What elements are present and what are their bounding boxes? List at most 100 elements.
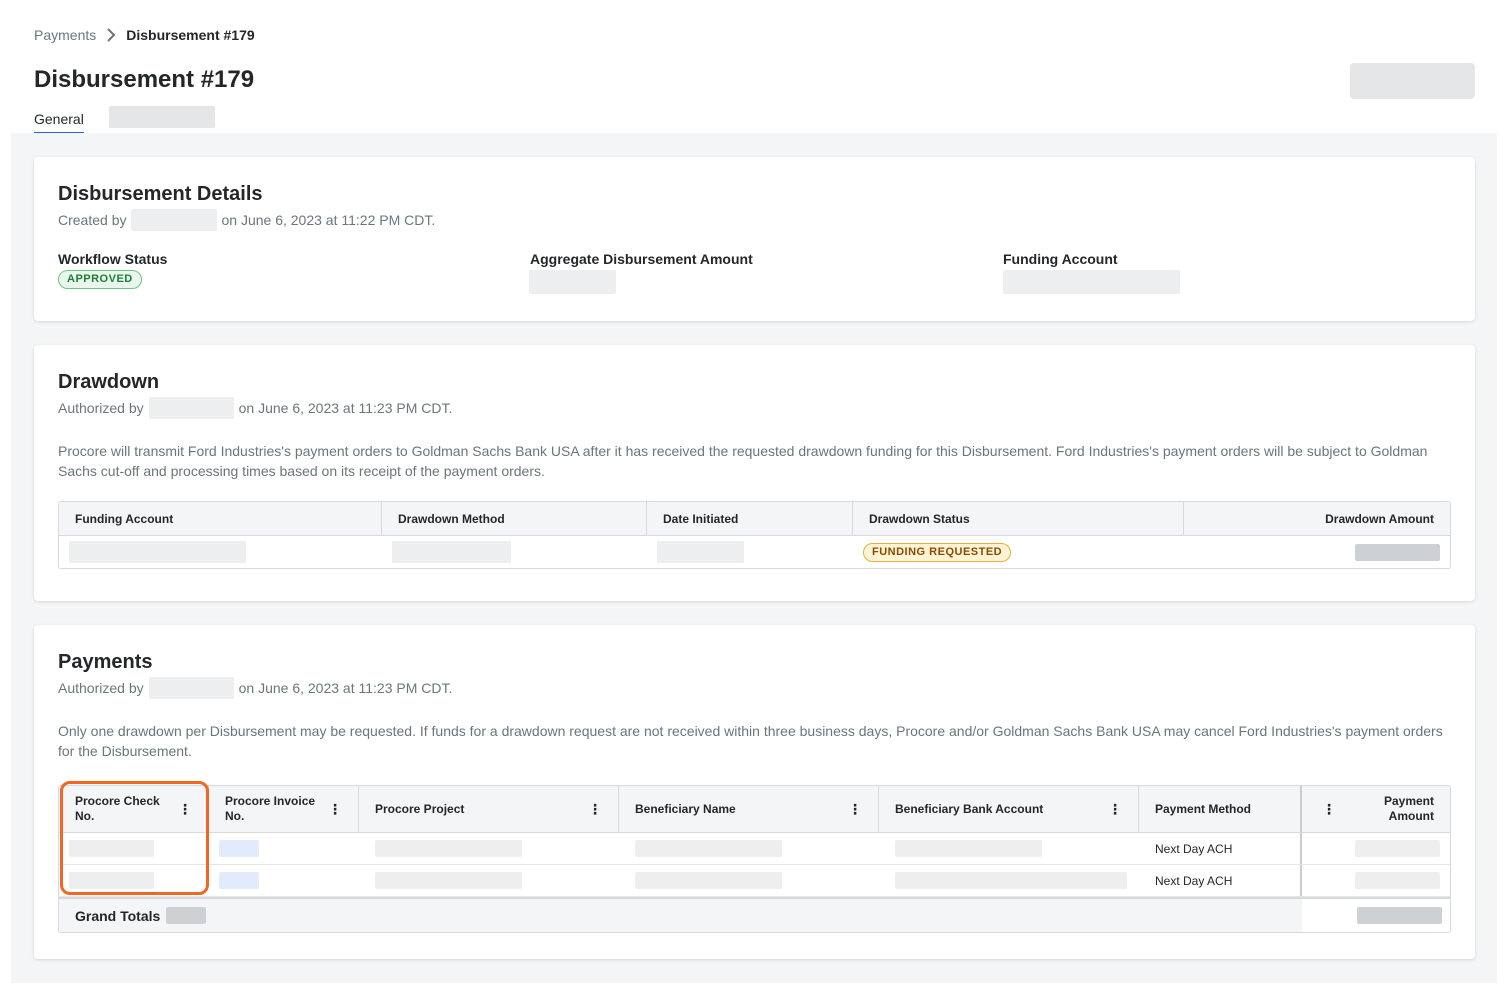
beneficiary-name-redacted	[635, 840, 782, 857]
drawdown-authorizer-redacted	[148, 397, 234, 419]
cell-project	[359, 865, 619, 896]
drawdown-table: Funding Account Drawdown Method Date Ini…	[58, 501, 1451, 569]
funding-account-redacted	[1003, 270, 1180, 294]
payments-table-header: Procore Check No. ⋮ Procore Invoice No. …	[59, 786, 1450, 833]
col-beneficiary-name-label: Beneficiary Name	[635, 802, 736, 816]
grand-totals-amount-redacted	[1357, 907, 1442, 924]
cell-payment-amount	[1302, 833, 1450, 864]
created-by-suffix: on June 6, 2023 at 11:22 PM CDT.	[221, 212, 436, 228]
drawdown-amount-redacted	[1355, 543, 1440, 561]
drawdown-card: Drawdown Authorized by on June 6, 2023 a…	[34, 345, 1475, 601]
created-by-prefix: Created by	[58, 212, 127, 228]
payments-description: Only one drawdown per Disbursement may b…	[58, 723, 1443, 759]
invoice-no-link-redacted[interactable]	[219, 872, 259, 889]
cell-funding-account	[59, 536, 382, 568]
grand-totals-label: Grand Totals	[75, 907, 161, 924]
table-row: Next Day ACH	[59, 865, 1450, 897]
grand-totals-amount-cell	[1302, 899, 1450, 932]
col-bank-account-label: Beneficiary Bank Account	[895, 802, 1044, 816]
cell-drawdown-method	[382, 536, 647, 568]
cell-invoice-no	[209, 833, 359, 864]
drawdown-table-header: Funding Account Drawdown Method Date Ini…	[59, 502, 1450, 536]
column-menu-icon[interactable]: ⋮	[848, 801, 862, 818]
col-payment-method[interactable]: Payment Method	[1139, 786, 1302, 832]
disbursement-details-title: Disbursement Details	[58, 183, 263, 205]
grand-totals-cell: Grand Totals	[59, 907, 1302, 924]
col-invoice-no-label: Procore Invoice No.	[225, 794, 316, 823]
chevron-right-icon	[106, 28, 116, 42]
drawdown-description: Procore will transmit Ford Industries's …	[58, 443, 1428, 479]
col-beneficiary-name[interactable]: Beneficiary Name ⋮	[619, 786, 879, 832]
table-row: Next Day ACH	[59, 833, 1450, 865]
workflow-status-badge: APPROVED	[58, 270, 142, 289]
bank-account-redacted	[895, 840, 1042, 857]
column-menu-icon[interactable]: ⋮	[1108, 801, 1122, 818]
aggregate-amount-label: Aggregate Disbursement Amount	[530, 251, 753, 267]
aggregate-amount-redacted	[529, 270, 616, 294]
funding-account-label: Funding Account	[1003, 251, 1118, 267]
tab-bar: General	[34, 106, 215, 134]
cell-bank-account	[879, 865, 1139, 896]
created-by-user-redacted	[131, 209, 218, 231]
col-invoice-no[interactable]: Procore Invoice No. ⋮	[209, 786, 359, 832]
grand-totals-count-redacted	[166, 907, 207, 924]
tab-general[interactable]: General	[34, 111, 84, 134]
workflow-status-wrap: APPROVED	[58, 269, 142, 289]
breadcrumb: Payments Disbursement #179	[34, 27, 255, 43]
page-header: Payments Disbursement #179 Disbursement …	[0, 0, 1508, 134]
table-row: FUNDING REQUESTED	[59, 536, 1450, 568]
cell-payment-method: Next Day ACH	[1139, 833, 1302, 864]
project-redacted	[375, 872, 522, 889]
drawdown-authorized-prefix: Authorized by	[58, 400, 144, 416]
col-date-initiated[interactable]: Date Initiated	[647, 502, 853, 535]
beneficiary-name-redacted	[635, 872, 782, 889]
col-drawdown-status[interactable]: Drawdown Status	[853, 502, 1184, 535]
cell-project	[359, 833, 619, 864]
bank-account-redacted	[895, 872, 1127, 889]
cell-drawdown-status: FUNDING REQUESTED	[853, 536, 1184, 568]
grand-totals-row: Grand Totals	[59, 897, 1450, 932]
date-initiated-cell-redacted	[657, 541, 744, 563]
breadcrumb-current: Disbursement #179	[126, 27, 255, 43]
cell-drawdown-amount	[1184, 536, 1450, 568]
funding-account-cell-redacted	[69, 541, 246, 563]
col-bank-account[interactable]: Beneficiary Bank Account ⋮	[879, 786, 1139, 832]
payments-table: Procore Check No. ⋮ Procore Invoice No. …	[58, 785, 1451, 933]
breadcrumb-payments-link[interactable]: Payments	[34, 27, 96, 43]
drawdown-status-badge: FUNDING REQUESTED	[863, 542, 1012, 562]
created-by-line: Created by on June 6, 2023 at 11:22 PM C…	[58, 209, 435, 231]
header-action-button[interactable]	[1350, 63, 1475, 99]
cell-payment-amount	[1302, 865, 1450, 896]
col-payment-amount[interactable]: ⋮ Payment Amount	[1302, 786, 1450, 832]
payments-title: Payments	[58, 651, 153, 673]
page-content: Disbursement Details Created by on June …	[11, 133, 1497, 983]
col-payment-method-label: Payment Method	[1155, 802, 1252, 816]
payments-authorizer-redacted	[148, 677, 234, 699]
payment-amount-redacted	[1355, 872, 1440, 889]
cell-invoice-no	[209, 865, 359, 896]
cell-beneficiary-name	[619, 865, 879, 896]
col-drawdown-amount[interactable]: Drawdown Amount	[1184, 502, 1450, 535]
invoice-no-link-redacted[interactable]	[219, 840, 259, 857]
column-menu-icon[interactable]: ⋮	[588, 801, 602, 818]
drawdown-authorized-suffix: on June 6, 2023 at 11:23 PM CDT.	[238, 400, 453, 416]
check-no-column-highlight	[60, 781, 209, 895]
column-menu-icon[interactable]: ⋮	[328, 801, 342, 817]
tab-redacted[interactable]	[108, 106, 215, 128]
payment-amount-redacted	[1355, 840, 1440, 857]
col-project-label: Procore Project	[375, 802, 465, 816]
page-title: Disbursement #179	[34, 66, 255, 93]
col-project[interactable]: Procore Project ⋮	[359, 786, 619, 832]
payments-authorized-suffix: on June 6, 2023 at 11:23 PM CDT.	[238, 680, 453, 696]
project-redacted	[375, 840, 522, 857]
column-menu-icon[interactable]: ⋮	[1322, 801, 1336, 817]
cell-payment-method: Next Day ACH	[1139, 865, 1302, 896]
disbursement-details-card: Disbursement Details Created by on June …	[34, 157, 1475, 321]
drawdown-title: Drawdown	[58, 371, 160, 393]
workflow-status-label: Workflow Status	[58, 251, 168, 267]
col-payment-amount-label: Payment Amount	[1383, 794, 1434, 823]
drawdown-method-cell-redacted	[392, 541, 511, 563]
col-funding-account[interactable]: Funding Account	[59, 502, 382, 535]
col-drawdown-method[interactable]: Drawdown Method	[382, 502, 647, 535]
payments-authorized-prefix: Authorized by	[58, 680, 144, 696]
